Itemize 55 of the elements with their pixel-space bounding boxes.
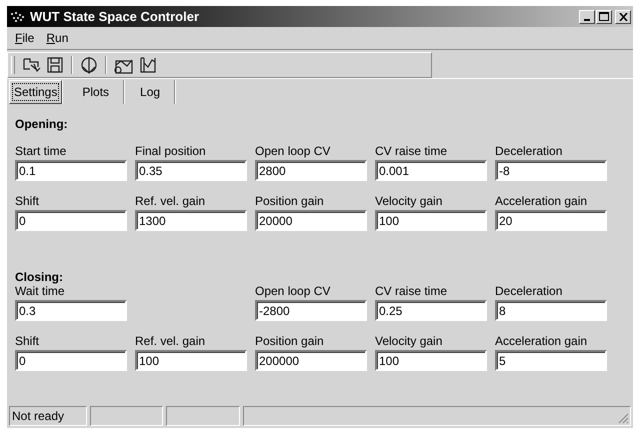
menu-item[interactable]: Run	[40, 31, 74, 45]
input-field[interactable]: 0.001	[375, 160, 487, 181]
field-label: Position gain	[255, 194, 325, 208]
target-icon[interactable]	[79, 55, 99, 75]
field-label: Position gain	[255, 334, 325, 348]
close-button[interactable]	[615, 10, 631, 24]
minimize-icon	[584, 19, 590, 21]
field-label: Deceleration	[495, 144, 564, 158]
input-field[interactable]: 2800	[255, 160, 367, 181]
input-field[interactable]: 100	[375, 350, 487, 371]
input-field[interactable]: 20000	[255, 210, 367, 231]
save-icon[interactable]	[45, 55, 65, 75]
input-field[interactable]: -8	[495, 160, 607, 181]
input-field[interactable]: 1300	[135, 210, 247, 231]
input-field[interactable]: 20	[495, 210, 607, 231]
maximize-icon	[599, 12, 609, 21]
menu-item[interactable]: File	[9, 31, 40, 45]
input-field[interactable]: 0.25	[375, 300, 487, 321]
app-icon	[10, 10, 26, 22]
field-label: Final position	[135, 144, 207, 158]
input-field[interactable]: 100	[135, 350, 247, 371]
field-label: Shift	[15, 194, 40, 208]
field-label: Velocity gain	[375, 334, 444, 348]
field-label: Shift	[15, 334, 40, 348]
field-label: Deceleration	[495, 284, 564, 298]
input-field[interactable]: -2800	[255, 300, 367, 321]
field-label: Acceleration gain	[495, 334, 588, 348]
input-field[interactable]: 200000	[255, 350, 367, 371]
field-label: Ref. vel. gain	[135, 334, 206, 348]
field-label: Velocity gain	[375, 194, 444, 208]
section-heading: Closing:	[15, 270, 64, 284]
section-heading: Opening:	[15, 117, 69, 131]
field-label: Acceleration gain	[495, 194, 588, 208]
tab[interactable]: Settings	[9, 80, 62, 104]
close-icon	[618, 12, 628, 20]
window-title: WUT State Space Controler	[30, 9, 200, 24]
status-text: Not ready	[9, 406, 87, 426]
field-label: Open loop CV	[255, 144, 332, 158]
field-label: Start time	[15, 144, 68, 158]
input-field[interactable]: 0.3	[15, 300, 127, 321]
maximize-button[interactable]	[596, 10, 612, 24]
input-field[interactable]: 100	[375, 210, 487, 231]
input-field[interactable]: 0.1	[15, 160, 127, 181]
input-field[interactable]: 0.35	[135, 160, 247, 181]
input-field[interactable]: 0	[15, 210, 127, 231]
input-field[interactable]: 5	[495, 350, 607, 371]
field-label: CV raise time	[375, 144, 448, 158]
resize-grip-icon[interactable]	[617, 412, 629, 424]
field-label: Wait time	[15, 284, 66, 298]
field-label: Open loop CV	[255, 284, 332, 298]
input-field[interactable]: 0	[15, 350, 127, 371]
minimize-button[interactable]	[579, 10, 595, 24]
field-label: CV raise time	[375, 284, 448, 298]
input-field[interactable]: 8	[495, 300, 607, 321]
field-label: Ref. vel. gain	[135, 194, 206, 208]
